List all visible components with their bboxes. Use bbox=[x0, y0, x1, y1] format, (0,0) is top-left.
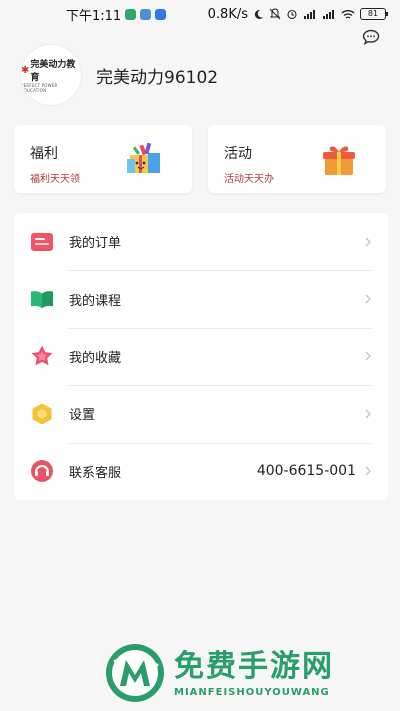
menu-item-label: 我的收藏 bbox=[69, 350, 122, 366]
gift-icon bbox=[320, 141, 358, 179]
menu-item-label: 设置 bbox=[69, 408, 96, 424]
card-subtitle: 活动天天办 bbox=[224, 174, 274, 185]
alarm-icon bbox=[286, 8, 298, 20]
menu-list: 我的订单 我的课程 我的收藏 设置 联系客服 400-6615-001 bbox=[14, 213, 388, 500]
order-icon bbox=[30, 230, 54, 254]
chevron-right-icon bbox=[365, 294, 371, 304]
service-icon bbox=[30, 459, 54, 483]
card-title: 活动 bbox=[224, 146, 252, 162]
watermark-logo-icon bbox=[104, 642, 166, 704]
chevron-right-icon bbox=[365, 409, 371, 419]
menu-item-favorites[interactable]: 我的收藏 bbox=[14, 327, 388, 385]
watermark-title: 免费手游网 bbox=[174, 648, 334, 684]
activity-card[interactable]: 活动 活动天天办 bbox=[208, 125, 386, 193]
book-icon bbox=[30, 287, 54, 311]
menu-item-customer-service[interactable]: 联系客服 400-6615-001 bbox=[14, 442, 388, 500]
chevron-right-icon bbox=[365, 237, 371, 247]
hexagon-settings-icon bbox=[30, 402, 54, 426]
menu-item-label: 我的订单 bbox=[69, 236, 122, 252]
menu-item-settings[interactable]: 设置 bbox=[14, 385, 388, 442]
card-subtitle: 福利天天领 bbox=[30, 174, 80, 185]
status-bar: 下午1:11 0.8K/s 81 bbox=[0, 0, 400, 28]
chevron-right-icon bbox=[365, 466, 371, 476]
menu-item-label: 联系客服 bbox=[69, 465, 122, 481]
wifi-icon bbox=[341, 9, 355, 20]
menu-item-orders[interactable]: 我的订单 bbox=[14, 213, 388, 270]
chevron-right-icon bbox=[365, 352, 371, 361]
battery-icon: 81 bbox=[360, 8, 388, 20]
gift-boxes-icon bbox=[126, 141, 164, 179]
signal-icon bbox=[303, 9, 317, 20]
menu-item-label: 我的课程 bbox=[69, 293, 122, 309]
menu-item-courses[interactable]: 我的课程 bbox=[14, 270, 388, 327]
watermark: 免费手游网 MIANFEISHOUYOUWANG bbox=[104, 640, 394, 706]
app-notification-icon bbox=[125, 8, 137, 20]
brand-logo-subtext: PERFECT POWER EDUCATION bbox=[21, 83, 58, 93]
star-icon bbox=[30, 344, 54, 368]
moon-icon bbox=[253, 9, 264, 20]
username: 完美动力96102 bbox=[96, 67, 219, 88]
promo-cards: 福利 福利天天领 活动 活动天天办 bbox=[14, 125, 386, 193]
welfare-card[interactable]: 福利 福利天天领 bbox=[14, 125, 192, 193]
network-speed: 0.8K/s bbox=[207, 6, 248, 22]
bell-muted-icon bbox=[269, 8, 281, 20]
brand-logo: ✱ 完美动力教育 bbox=[21, 60, 76, 83]
app-notification-icon bbox=[140, 8, 152, 20]
app-notification-icon bbox=[155, 8, 167, 20]
signal-icon bbox=[322, 9, 336, 20]
profile-header[interactable]: ✱ 完美动力教育 PERFECT POWER EDUCATION 完美动力9610… bbox=[20, 44, 218, 106]
status-time: 下午1:11 bbox=[66, 8, 122, 24]
card-title: 福利 bbox=[30, 146, 58, 162]
message-icon[interactable] bbox=[362, 29, 380, 45]
avatar[interactable]: ✱ 完美动力教育 PERFECT POWER EDUCATION bbox=[20, 44, 82, 106]
service-phone-number[interactable]: 400-6615-001 bbox=[257, 463, 356, 479]
watermark-subtitle: MIANFEISHOUYOUWANG bbox=[174, 686, 330, 698]
